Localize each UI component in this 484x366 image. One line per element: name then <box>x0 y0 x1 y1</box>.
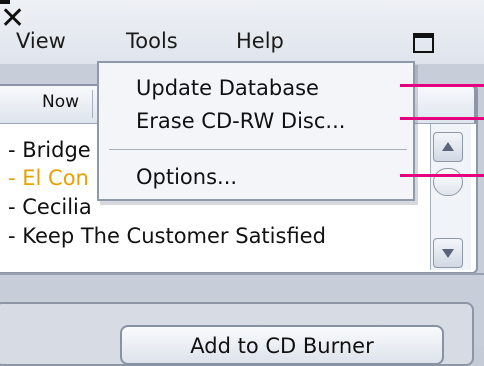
callout-line <box>400 174 484 177</box>
track-item[interactable]: - Bridge <box>8 138 91 163</box>
scroll-down-icon[interactable] <box>433 238 463 268</box>
divider <box>0 273 484 275</box>
callout-line <box>400 117 484 120</box>
callout-line <box>400 84 484 87</box>
menu-bar: View Tools Help ✕ <box>0 0 484 64</box>
tab-now[interactable]: Now <box>42 92 79 112</box>
menu-item-options[interactable]: Options... <box>136 164 237 190</box>
menu-item-erase-cdrw[interactable]: Erase CD-RW Disc... <box>136 108 345 134</box>
menu-separator <box>109 149 407 150</box>
menu-help[interactable]: Help <box>236 28 284 54</box>
menu-view[interactable]: View <box>16 28 66 54</box>
menu-tools[interactable]: Tools <box>126 28 178 54</box>
scroll-thumb[interactable] <box>433 168 463 196</box>
track-item[interactable]: - Keep The Customer Satisfied <box>8 224 326 249</box>
menu-item-update-database[interactable]: Update Database <box>136 75 319 101</box>
maximize-icon[interactable] <box>413 33 434 53</box>
track-item-playing[interactable]: - El Con <box>8 166 89 191</box>
scroll-up-icon[interactable] <box>433 132 463 162</box>
add-to-cd-burner-button[interactable]: Add to CD Burner <box>120 325 444 365</box>
tab-divider <box>92 90 93 118</box>
track-item[interactable]: - Cecilia <box>8 195 92 220</box>
tools-menu-dropdown: Update Database Erase CD-RW Disc... Opti… <box>97 61 415 201</box>
